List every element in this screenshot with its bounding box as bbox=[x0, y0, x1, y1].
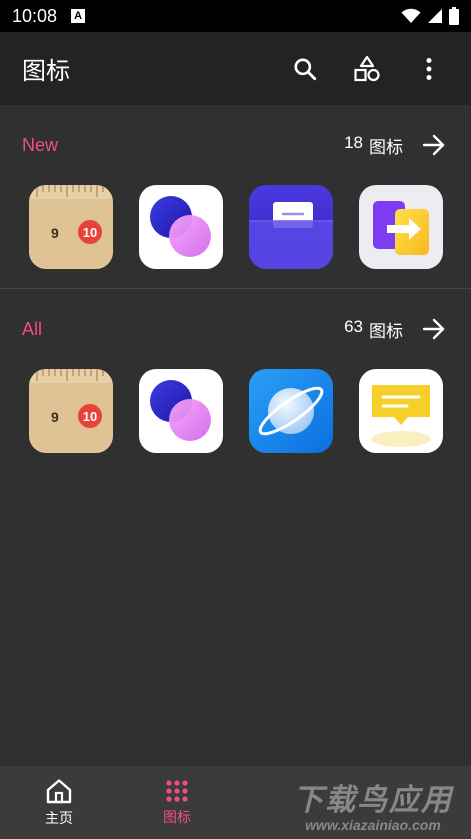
status-time: 10:08 bbox=[12, 5, 58, 26]
page-title: 图标 bbox=[22, 57, 70, 85]
arrow-right-icon bbox=[422, 318, 445, 340]
wallet-card-app-icon[interactable] bbox=[249, 185, 333, 269]
app-bar: 图标 bbox=[0, 32, 471, 105]
icon-shapes-button[interactable] bbox=[347, 49, 387, 89]
section-all: All 63 图标 9 10 bbox=[0, 289, 471, 469]
ruler-right-number: 10 bbox=[83, 225, 97, 240]
more-options-button[interactable] bbox=[409, 49, 449, 89]
grid-icon bbox=[166, 779, 188, 802]
message-app-icon[interactable] bbox=[359, 369, 443, 453]
ruler-right-number: 10 bbox=[83, 409, 97, 424]
section-title: New bbox=[22, 134, 59, 155]
nav-item-home[interactable]: 主页 bbox=[0, 766, 118, 839]
more-vert-icon bbox=[426, 57, 432, 80]
icon-count-number: 18 bbox=[344, 132, 363, 152]
battery-icon bbox=[449, 7, 459, 25]
planet-browser-app-icon[interactable] bbox=[249, 369, 333, 453]
wifi-icon bbox=[401, 8, 421, 23]
status-indicators bbox=[401, 7, 459, 25]
section-header[interactable]: New 18 图标 bbox=[0, 105, 471, 185]
status-bar: 10:08 A bbox=[0, 0, 471, 32]
app-transfer-icon[interactable] bbox=[359, 185, 443, 269]
search-icon bbox=[294, 57, 317, 80]
nav-label-home: 主页 bbox=[45, 810, 73, 827]
icon-count: 18 图标 bbox=[344, 133, 403, 158]
icon-count-unit: 图标 bbox=[369, 321, 403, 342]
icon-row: 9 10 bbox=[0, 185, 471, 270]
ruler-app-icon[interactable]: 9 10 bbox=[29, 369, 113, 453]
home-icon bbox=[46, 778, 72, 803]
app-bar-actions bbox=[263, 49, 449, 89]
nav-item-icons[interactable]: 图标 bbox=[118, 766, 236, 839]
icon-row: 9 10 bbox=[0, 369, 471, 454]
ruler-left-number: 9 bbox=[51, 409, 59, 425]
notification-icon: A bbox=[71, 9, 86, 23]
section-title: All bbox=[22, 318, 43, 339]
see-all-icons-button[interactable] bbox=[419, 314, 449, 344]
ruler-app-icon[interactable]: 9 10 bbox=[29, 185, 113, 269]
signal-icon bbox=[428, 9, 442, 23]
search-button[interactable] bbox=[285, 49, 325, 89]
see-all-new-button[interactable] bbox=[419, 130, 449, 160]
icon-count-number: 63 bbox=[344, 316, 363, 336]
icon-count-unit: 图标 bbox=[369, 137, 403, 158]
ruler-left-number: 9 bbox=[51, 225, 59, 241]
bottom-navigation: 主页 图标 bbox=[0, 766, 471, 839]
section-header[interactable]: All 63 图标 bbox=[0, 289, 471, 369]
icon-count: 63 图标 bbox=[344, 317, 403, 342]
shapes-icon bbox=[354, 55, 380, 81]
overlap-circles-app-icon[interactable] bbox=[139, 369, 223, 453]
overlap-circles-app-icon[interactable] bbox=[139, 185, 223, 269]
section-new: New 18 图标 9 10 bbox=[0, 105, 471, 288]
nav-label-icons: 图标 bbox=[163, 809, 191, 826]
arrow-right-icon bbox=[422, 134, 445, 156]
